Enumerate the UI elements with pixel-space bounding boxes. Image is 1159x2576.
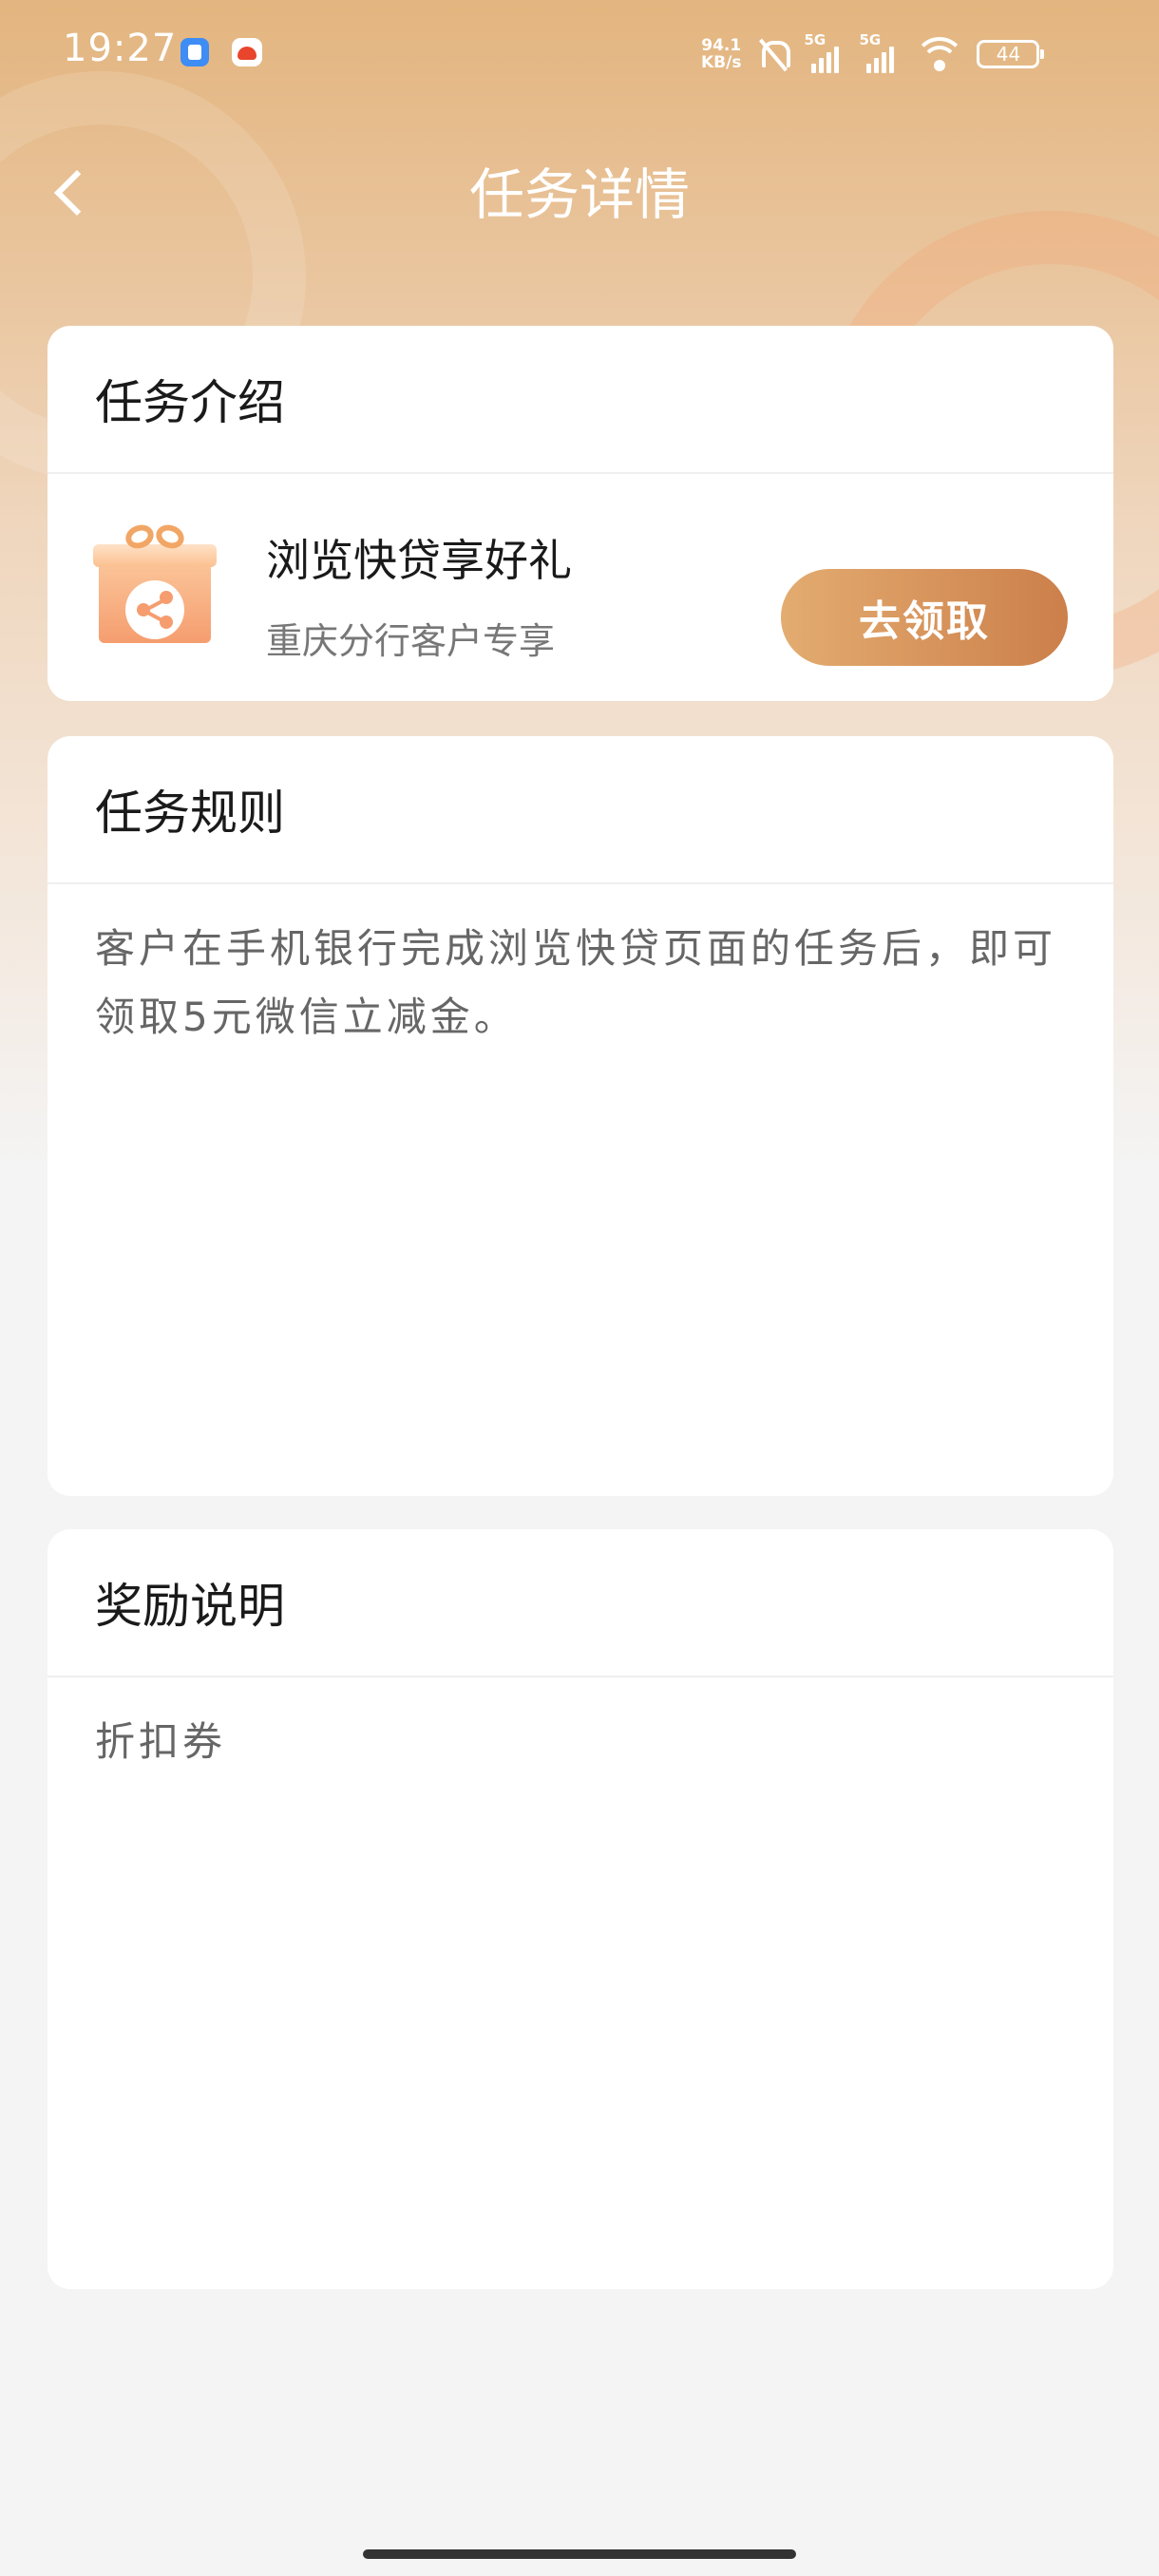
wifi-icon: [916, 35, 964, 73]
reward-info-card: 奖励说明 折扣券: [48, 1529, 1113, 2289]
signal-type-label: 5G: [804, 31, 826, 48]
app-notification-icon-2: [232, 38, 262, 66]
claim-button[interactable]: 去领取: [781, 569, 1068, 666]
task-rules-text: 客户在手机银行完成浏览快贷页面的任务后，即可领取5元微信立减金。: [95, 925, 1057, 1040]
battery-icon: 44: [977, 40, 1045, 68]
status-bar: 19:27 94.1 KB/s 5G 5G 44: [0, 0, 1159, 104]
signal-icon: 5G: [859, 31, 902, 73]
signal-icon: 5G: [804, 31, 847, 73]
task-rules-header: 任务规则: [48, 736, 1113, 884]
signal-type-label: 5G: [859, 31, 882, 48]
mute-icon: [754, 35, 792, 73]
task-intro-card: 任务介绍 浏览快贷享好礼 重庆分行客户专享 去领取: [48, 326, 1113, 701]
network-speed-unit: KB/s: [701, 53, 742, 72]
home-indicator[interactable]: [363, 2549, 796, 2559]
task-rules-card: 任务规则 客户在手机银行完成浏览快贷页面的任务后，即可领取5元微信立减金。: [48, 736, 1113, 1496]
task-subtitle: 重庆分行客户专享: [266, 620, 556, 662]
task-item: 浏览快贷享好礼 重庆分行客户专享 去领取: [48, 474, 1113, 699]
task-title: 浏览快贷享好礼: [266, 535, 572, 586]
app-notification-icon: [180, 38, 209, 66]
battery-level: 44: [996, 43, 1021, 66]
gift-share-icon: [93, 521, 217, 647]
status-indicators: 94.1 KB/s 5G 5G 44: [701, 30, 1045, 78]
task-intro-header: 任务介绍: [48, 326, 1113, 474]
status-time: 19:27: [63, 27, 178, 70]
network-speed: 94.1 KB/s: [701, 37, 741, 71]
reward-info-text: 折扣券: [95, 1718, 227, 1765]
network-speed-value: 94.1: [701, 36, 742, 55]
reward-info-header: 奖励说明: [48, 1529, 1113, 1677]
page-title: 任务详情: [468, 162, 690, 227]
